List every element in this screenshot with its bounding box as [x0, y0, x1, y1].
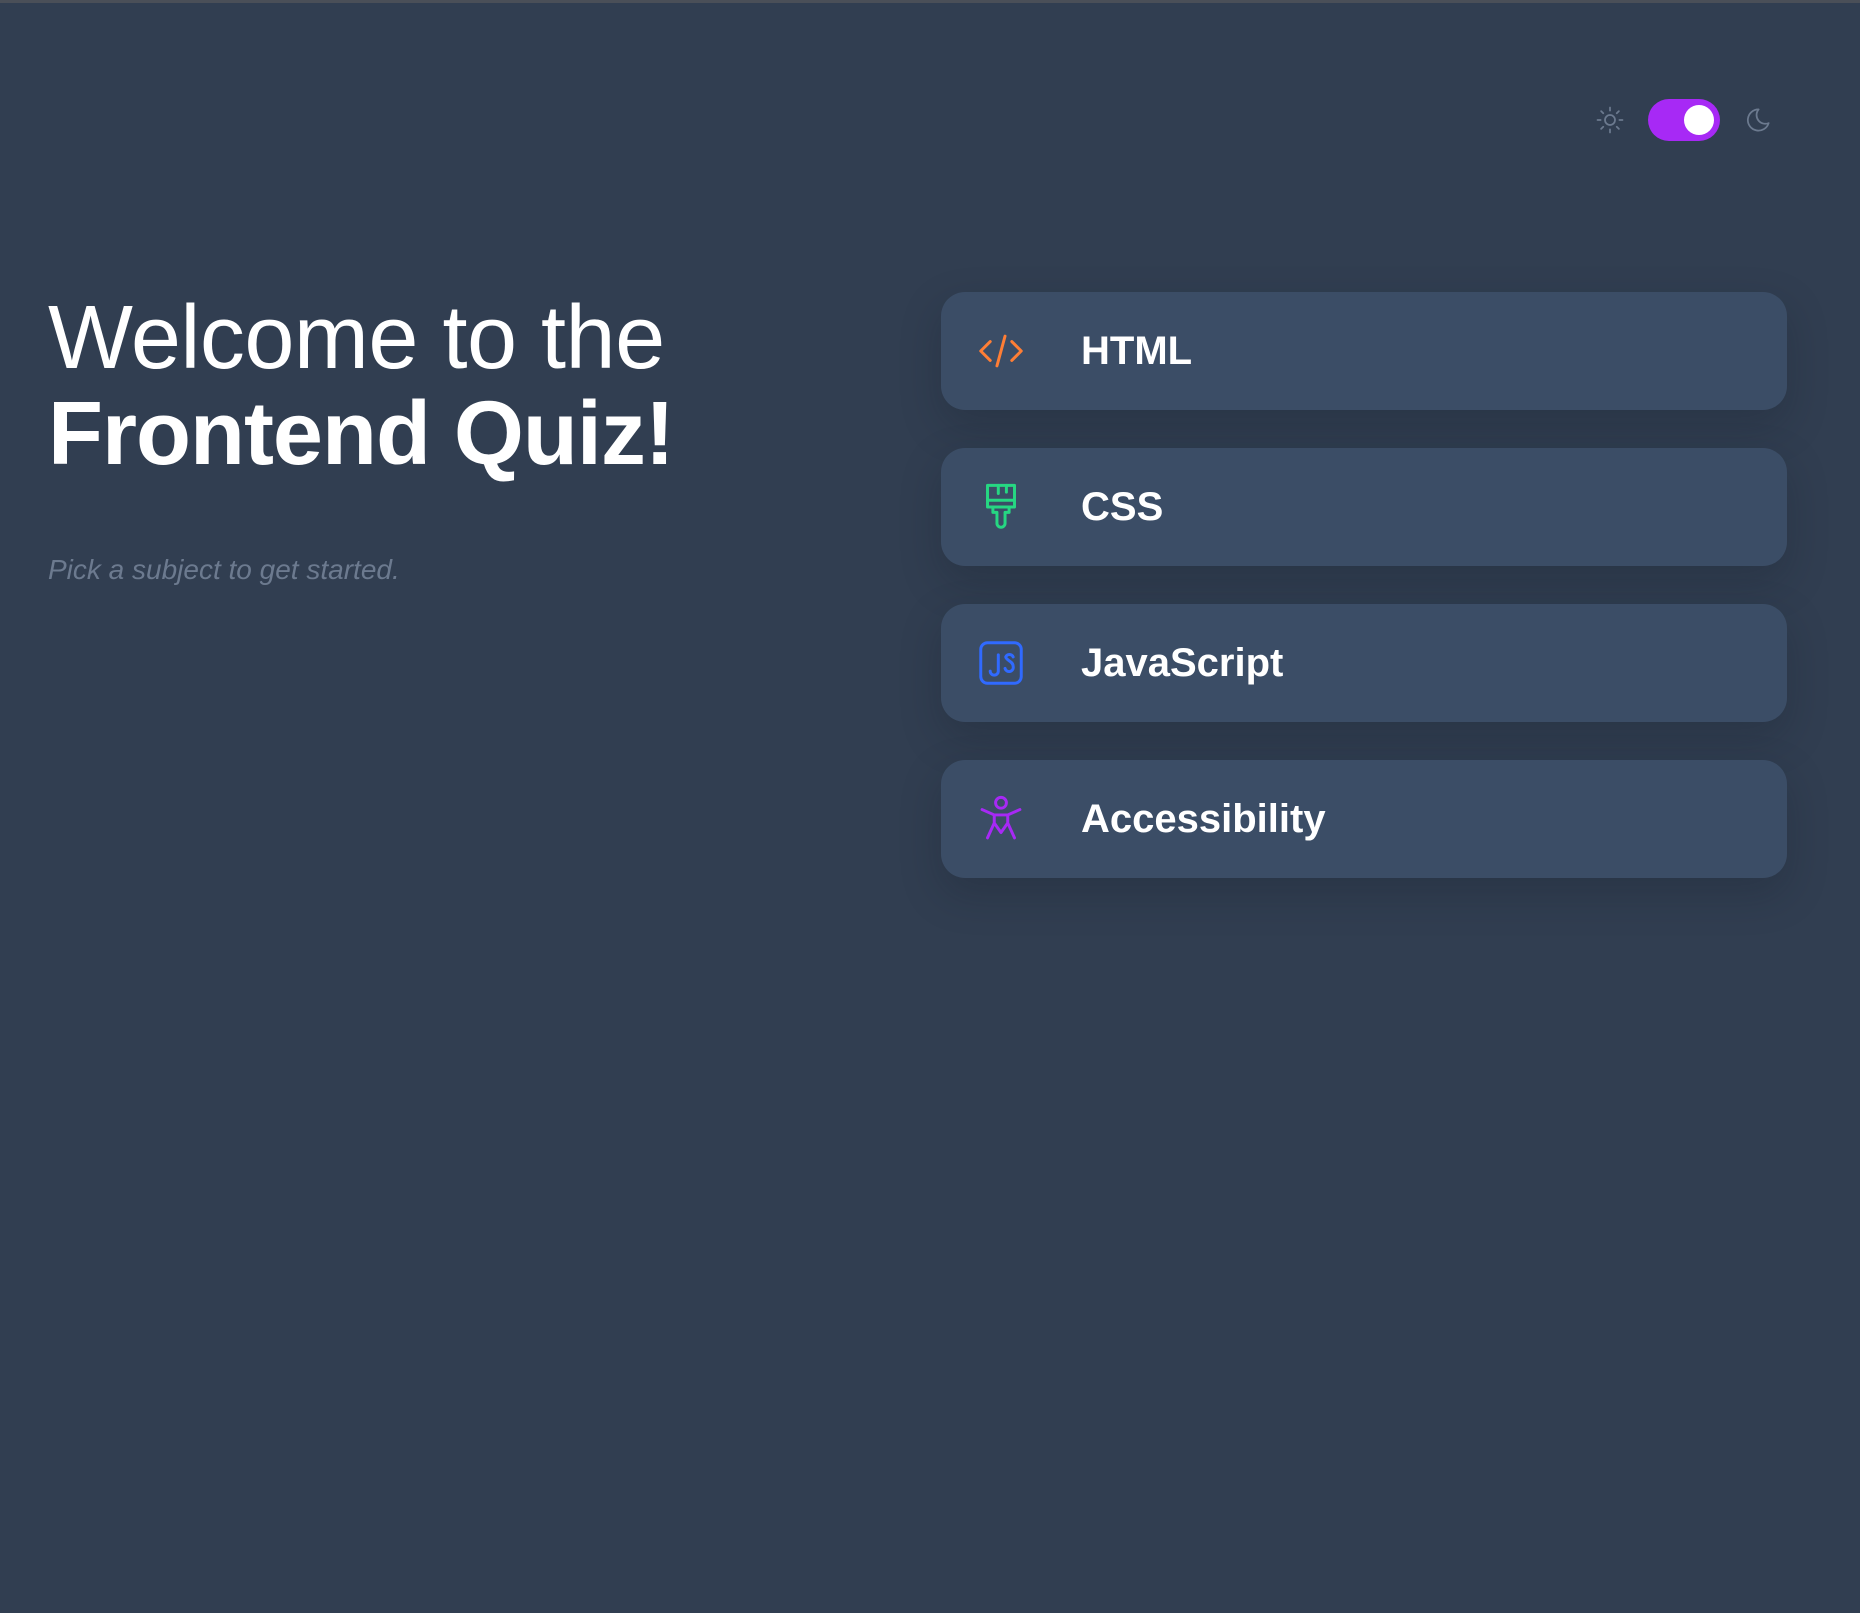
js-icon	[973, 635, 1029, 691]
subject-label: HTML	[1081, 328, 1193, 373]
quiz-title: Frontend Quiz!	[48, 384, 675, 484]
subject-list: HTML CSS JavaScript Accessibility	[941, 292, 1787, 916]
window-top-border	[0, 0, 1860, 3]
subject-html-button[interactable]: HTML	[941, 292, 1787, 410]
subject-css-button[interactable]: CSS	[941, 448, 1787, 566]
code-icon	[973, 323, 1029, 379]
theme-toggle	[1592, 95, 1776, 145]
subject-accessibility-button[interactable]: Accessibility	[941, 760, 1787, 878]
sun-icon	[1592, 102, 1628, 138]
hero: Welcome to the Frontend Quiz! Pick a sub…	[48, 290, 808, 586]
subject-label: CSS	[1081, 484, 1164, 529]
subject-label: Accessibility	[1081, 796, 1326, 841]
paintbrush-icon	[973, 479, 1029, 535]
subtitle: Pick a subject to get started.	[48, 554, 400, 585]
welcome-heading: Welcome to the	[48, 288, 665, 388]
subject-javascript-button[interactable]: JavaScript	[941, 604, 1787, 722]
switch-knob	[1684, 105, 1714, 135]
accessibility-icon	[973, 791, 1029, 847]
moon-icon	[1740, 102, 1776, 138]
dark-mode-switch[interactable]	[1648, 99, 1720, 141]
subject-label: JavaScript	[1081, 640, 1284, 685]
